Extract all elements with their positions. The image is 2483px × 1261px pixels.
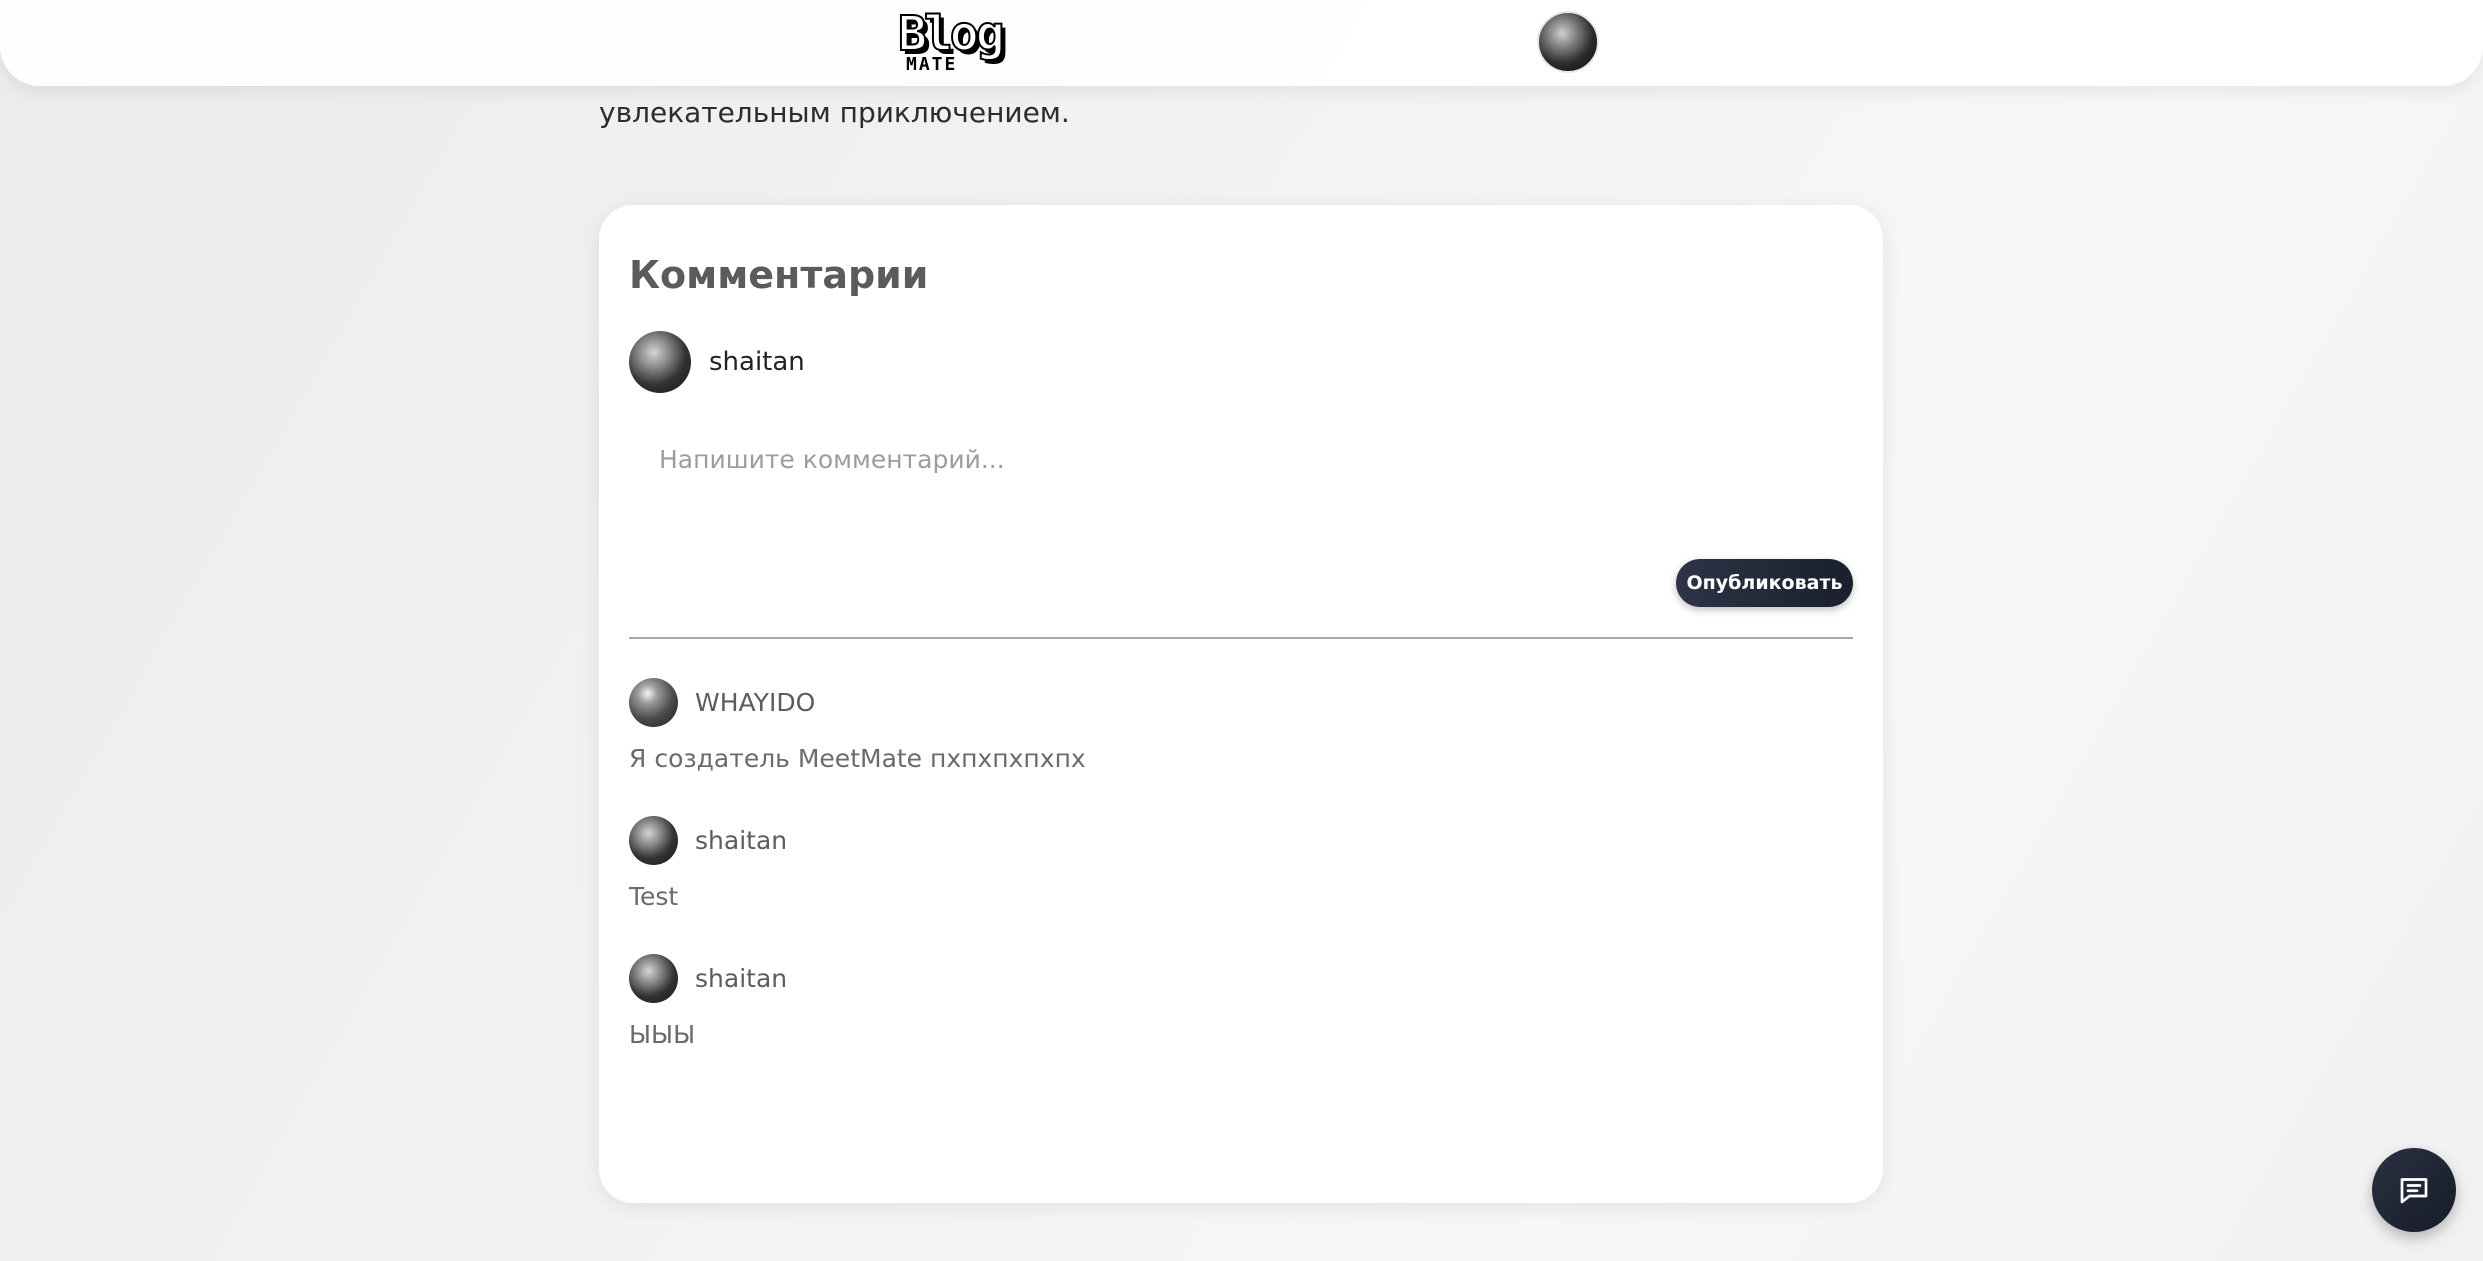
blogmate-logo[interactable]: Blog MATE bbox=[897, 5, 1016, 76]
article-last-line: увлекательным приключением. bbox=[599, 96, 1070, 129]
comments-section: Комментарии shaitan Опубликовать WHAYIDO… bbox=[599, 205, 1883, 1203]
divider bbox=[629, 637, 1853, 639]
avatar bbox=[629, 331, 691, 393]
comment-item: WHAYIDO Я создатель MeetMate пхпхпхпхпх bbox=[629, 677, 1853, 773]
comment-text: ЫЫЫ bbox=[629, 1020, 696, 1049]
chat-bubble-icon bbox=[2400, 1178, 2428, 1204]
user-avatar[interactable] bbox=[1537, 11, 1599, 73]
comment-text: Я создатель MeetMate пхпхпхпхпх bbox=[629, 744, 1086, 773]
comment-author[interactable]: shaitan bbox=[695, 826, 787, 855]
comment-input[interactable] bbox=[629, 425, 1853, 525]
comment-text: Test bbox=[629, 882, 679, 911]
publish-button[interactable]: Опубликовать bbox=[1676, 559, 1853, 607]
comments-title: Комментарии bbox=[629, 253, 929, 297]
comment-author[interactable]: WHAYIDO bbox=[695, 688, 815, 717]
site-header: Blog MATE bbox=[0, 0, 2483, 86]
comment-item: shaitan ЫЫЫ bbox=[629, 953, 1853, 1049]
chat-button[interactable] bbox=[2372, 1148, 2456, 1232]
comment-item: shaitan Test bbox=[629, 815, 1853, 911]
comment-author[interactable]: shaitan bbox=[695, 964, 787, 993]
logo-sub-text: MATE bbox=[906, 54, 958, 75]
composer-user: shaitan bbox=[629, 331, 805, 393]
avatar[interactable] bbox=[629, 815, 678, 865]
composer-username: shaitan bbox=[709, 347, 805, 377]
avatar[interactable] bbox=[629, 953, 678, 1003]
avatar[interactable] bbox=[629, 677, 678, 727]
